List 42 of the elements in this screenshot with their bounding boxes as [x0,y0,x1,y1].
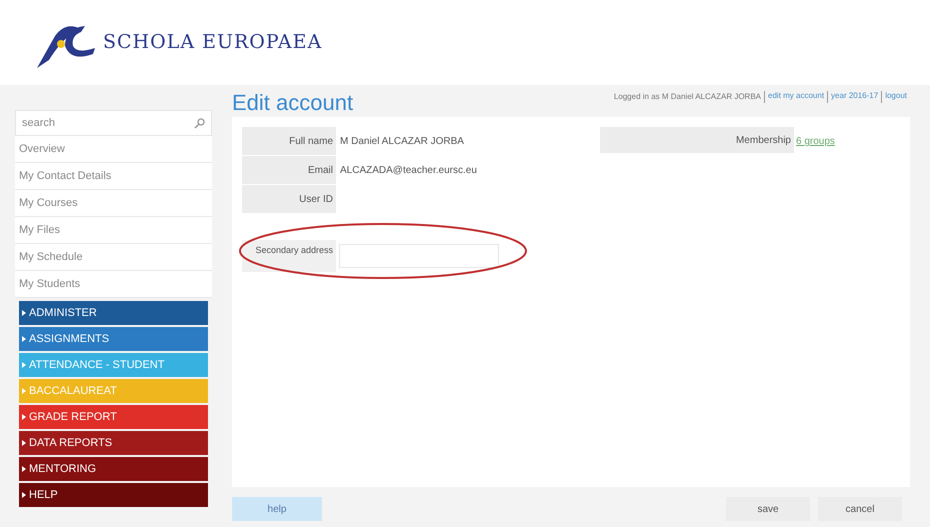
field-label: User ID [242,185,336,214]
sidebar-item[interactable]: Overview [15,136,212,163]
menu-section[interactable]: DATA REPORTS [19,431,208,455]
sidebar-item[interactable]: My Courses [15,190,212,217]
field-label: Email [242,156,336,185]
chevron-icon [22,310,26,316]
sidebar-item[interactable]: My Schedule [15,244,212,271]
search-icon[interactable] [194,118,205,129]
search-field[interactable]: search [15,110,212,136]
sidebar-item[interactable]: My Contact Details [15,163,212,190]
cancel-button[interactable]: cancel [818,497,902,521]
login-status: Logged in as M Daniel ALCAZAR JORBA [614,91,762,103]
chevron-icon [22,466,26,472]
menu-section[interactable]: GRADE REPORT [19,405,208,429]
menu-section[interactable]: HELP [19,483,208,507]
header-link[interactable]: year 2016-17 [827,91,882,103]
header-link[interactable]: logout [881,91,910,103]
menu-section[interactable]: BACCALAUREAT [19,379,208,403]
page-title: Edit account [232,89,354,117]
menu-section[interactable]: ASSIGNMENTS [19,327,208,351]
secondary-address-field[interactable] [339,244,499,268]
menu-section[interactable]: ADMINISTER [19,301,208,325]
field-label: Membership [736,134,792,148]
sidebar-item[interactable]: My Students [15,271,212,298]
chevron-icon [22,336,26,342]
field-value: ALCAZADA@teacher.eursc.eu [339,164,477,178]
menu-section[interactable]: MENTORING [19,457,208,481]
menu-section[interactable]: ATTENDANCE - STUDENT [19,353,208,377]
logo-text: SCHOLA EUROPAEA [103,30,322,55]
field-label: Secondary address [242,240,336,272]
chevron-icon [22,362,26,368]
field-label: Full name [242,127,336,156]
chevron-icon [22,388,26,394]
save-button[interactable]: save [726,497,810,521]
field-value: M Daniel ALCAZAR JORBA [339,135,464,149]
help-button[interactable]: help [232,497,322,521]
membership-link[interactable]: 6 groups [796,134,835,214]
chevron-icon [22,440,26,446]
chevron-icon [22,414,26,420]
sidebar-item[interactable]: My Files [15,217,212,244]
chevron-icon [22,492,26,498]
header-link[interactable]: edit my account [764,91,828,103]
